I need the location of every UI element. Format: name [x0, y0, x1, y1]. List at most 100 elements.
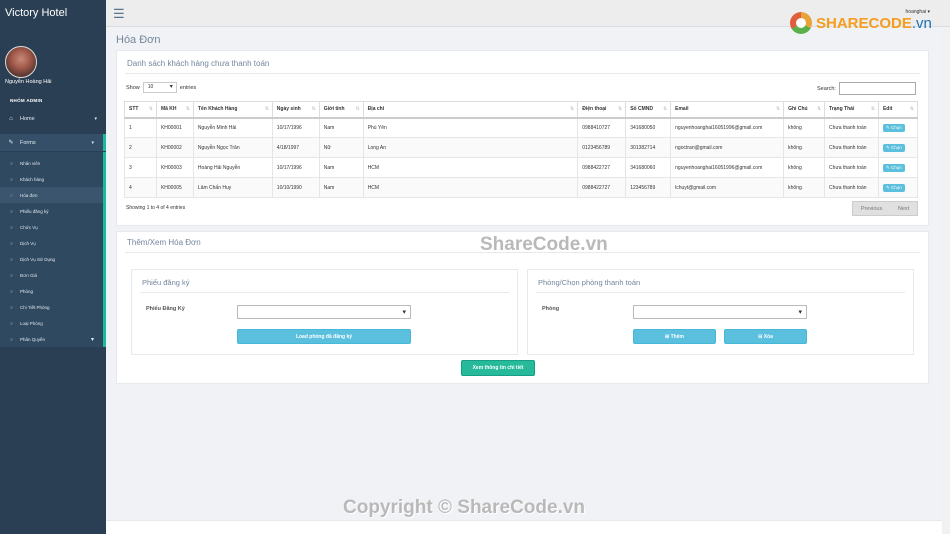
load-rooms-button[interactable]: Load phòng đã đăng ký — [237, 329, 411, 344]
cell-trang-thai: Chưa thanh toán — [824, 117, 879, 138]
col-ghi-chu[interactable]: Ghi Chú — [783, 101, 826, 119]
sidebar-item-hoa-don[interactable]: Hóa đơn — [0, 187, 103, 203]
sidebar-item-don-gia[interactable]: Đơn Giá — [0, 267, 103, 283]
table-header-row: STT Mã KH Tên Khách Hàng Ngày sinh Giới … — [124, 101, 919, 119]
sidebar-item-phong[interactable]: Phòng — [0, 283, 103, 299]
choose-button[interactable]: ✎ Chọn — [882, 123, 905, 132]
sidebar-item-dich-vu-su-dung[interactable]: Dịch Vụ Sử Dụng — [0, 251, 103, 267]
nav-home[interactable]: ⌂ Home ▾ — [0, 110, 106, 127]
cell-edit: ✎ Chọn — [877, 157, 919, 178]
cell-dia-chi: HCM — [362, 157, 579, 178]
col-ngay-sinh[interactable]: Ngày sinh — [271, 101, 320, 119]
sidebar-item-chuc-vu[interactable]: Chức Vụ — [0, 219, 103, 235]
col-trang-thai[interactable]: Trạng Thái — [824, 101, 879, 119]
cell-trang-thai: Chưa thanh toán — [824, 177, 879, 198]
registration-panel-title: Phiếu đăng ký — [142, 278, 190, 287]
chevron-down-icon: ▾ — [94, 115, 97, 122]
user-name: Nguyễn Hoàng Hải — [5, 79, 52, 85]
sidebar-item-nhan-vien[interactable]: Nhân viên — [0, 155, 103, 171]
sidebar-item-phieu-dang-ky[interactable]: Phiếu đăng ký — [0, 203, 103, 219]
sidebar: Victory Hotel Nguyễn Hoàng Hải NHÓM ADMI… — [0, 0, 106, 534]
cell-stt: 1 — [124, 117, 157, 138]
sharecode-logo-text: SHARECODE.vn — [816, 14, 932, 32]
next-button[interactable]: Next — [898, 206, 909, 212]
cell-ngay-sinh: 10/10/1990 — [271, 177, 320, 198]
sharecode-logo: SHARECODE.vn — [790, 12, 932, 34]
scrollbar[interactable] — [942, 27, 950, 534]
sidebar-item-dich-vu[interactable]: Dịch Vụ — [0, 235, 103, 251]
cell-gioi-tinh: Nam — [318, 177, 364, 198]
col-ten-khach-hang[interactable]: Tên Khách Hàng — [192, 101, 273, 119]
cell-gioi-tinh: Nữ — [318, 137, 364, 158]
cell-ma-kh: KH00003 — [155, 157, 194, 178]
cell-dien-thoai: 0988422727 — [577, 177, 627, 198]
cell-stt: 2 — [124, 137, 157, 158]
cell-cmnd: 301382714 — [625, 137, 672, 158]
footer — [106, 520, 950, 534]
cell-trang-thai: Chưa thanh toán — [824, 137, 879, 158]
room-field-label: Phòng — [542, 306, 560, 312]
cell-dia-chi: HCM — [362, 177, 579, 198]
chevron-down-icon: ▾ — [91, 139, 94, 146]
watermark-center: ShareCode.vn — [480, 234, 608, 255]
col-edit[interactable]: Edit — [877, 101, 919, 119]
col-dien-thoai[interactable]: Điện thoại — [577, 101, 627, 119]
cell-ghi-chu: không — [783, 137, 826, 158]
choose-button[interactable]: ✎ Chọn — [882, 163, 905, 172]
cell-ghi-chu: không — [783, 177, 826, 198]
sidebar-item-khach-hang[interactable]: Khách hàng — [0, 171, 103, 187]
cell-ngay-sinh: 4/18/1997 — [271, 137, 320, 158]
cell-edit: ✎ Chọn — [877, 117, 919, 138]
add-room-button[interactable]: ⊞ Thêm — [633, 329, 716, 344]
cell-dien-thoai: 0988422727 — [577, 157, 627, 178]
nav-forms[interactable]: ✎ Forms ▾ — [0, 134, 106, 151]
sidebar-item-chi-tiet-phong[interactable]: Chi Tiết Phòng — [0, 299, 103, 315]
forms-submenu: Nhân viên Khách hàng Hóa đơn Phiếu đăng … — [0, 152, 106, 347]
registration-select[interactable] — [237, 305, 411, 319]
cell-ten: Nguyễn Ngọc Trân — [192, 137, 273, 158]
pagination: Previous Next — [852, 201, 918, 216]
cell-dien-thoai: 0988410727 — [577, 117, 627, 138]
previous-button[interactable]: Previous — [861, 206, 882, 212]
cell-dien-thoai: 0123456789 — [577, 137, 627, 158]
nav-home-label: Home — [20, 115, 35, 122]
cell-edit: ✎ Chọn — [877, 137, 919, 158]
cell-ten: Nguyễn Minh Hải — [192, 117, 273, 138]
view-details-button[interactable]: Xem thông tin chi tiết — [461, 360, 535, 376]
sharecode-logo-icon — [790, 12, 812, 34]
choose-button[interactable]: ✎ Chọn — [882, 143, 905, 152]
entries-select[interactable]: 10 — [142, 82, 177, 93]
sidebar-item-phan-quyen[interactable]: Phân Quyền — [0, 331, 103, 347]
chevron-down-icon: ▾ — [90, 337, 94, 343]
room-payment-panel-title: Phòng/Chọn phòng thanh toán — [538, 278, 641, 287]
cell-dia-chi: Long An — [362, 137, 579, 158]
nav-forms-label: Forms — [20, 139, 36, 146]
col-gioi-tinh[interactable]: Giới tính — [318, 101, 364, 119]
menu-toggle-icon[interactable]: ☰ — [113, 6, 125, 22]
avatar — [5, 46, 37, 78]
cell-gioi-tinh: Nam — [318, 117, 364, 138]
cell-ngay-sinh: 10/17/1996 — [271, 157, 320, 178]
cell-ghi-chu: không — [783, 157, 826, 178]
registration-field-label: Phiếu Đăng Ký — [146, 306, 185, 312]
cell-ghi-chu: không — [783, 117, 826, 138]
table-row: 1 KH00001 Nguyễn Minh Hải 10/17/1996 Nam… — [124, 117, 919, 138]
col-stt[interactable]: STT — [124, 101, 157, 119]
col-ma-kh[interactable]: Mã KH — [155, 101, 194, 119]
search-input[interactable] — [838, 82, 916, 95]
brand-title[interactable]: Victory Hotel — [5, 7, 67, 19]
table-row: 2 KH00002 Nguyễn Ngọc Trân 4/18/1997 Nữ … — [124, 137, 919, 158]
col-so-cmnd[interactable]: Số CMND — [625, 101, 672, 119]
table-row: 4 KH00005 Lâm Chấn Huy 10/10/1990 Nam HC… — [124, 177, 919, 198]
col-dia-chi[interactable]: Địa chỉ — [362, 101, 579, 119]
col-email[interactable]: Email — [670, 101, 785, 119]
choose-button[interactable]: ✎ Chọn — [882, 183, 905, 192]
room-select[interactable] — [633, 305, 807, 319]
unpaid-customers-table: STT Mã KH Tên Khách Hàng Ngày sinh Giới … — [124, 101, 919, 198]
search-label: Search: — [817, 85, 836, 92]
sidebar-item-loai-phong[interactable]: Loại Phòng — [0, 315, 103, 331]
delete-room-button[interactable]: ⊟ Xóa — [724, 329, 807, 344]
cell-cmnd: 123456789 — [625, 177, 672, 198]
cell-ten: Lâm Chấn Huy — [192, 177, 273, 198]
cell-ngay-sinh: 10/17/1996 — [271, 117, 320, 138]
